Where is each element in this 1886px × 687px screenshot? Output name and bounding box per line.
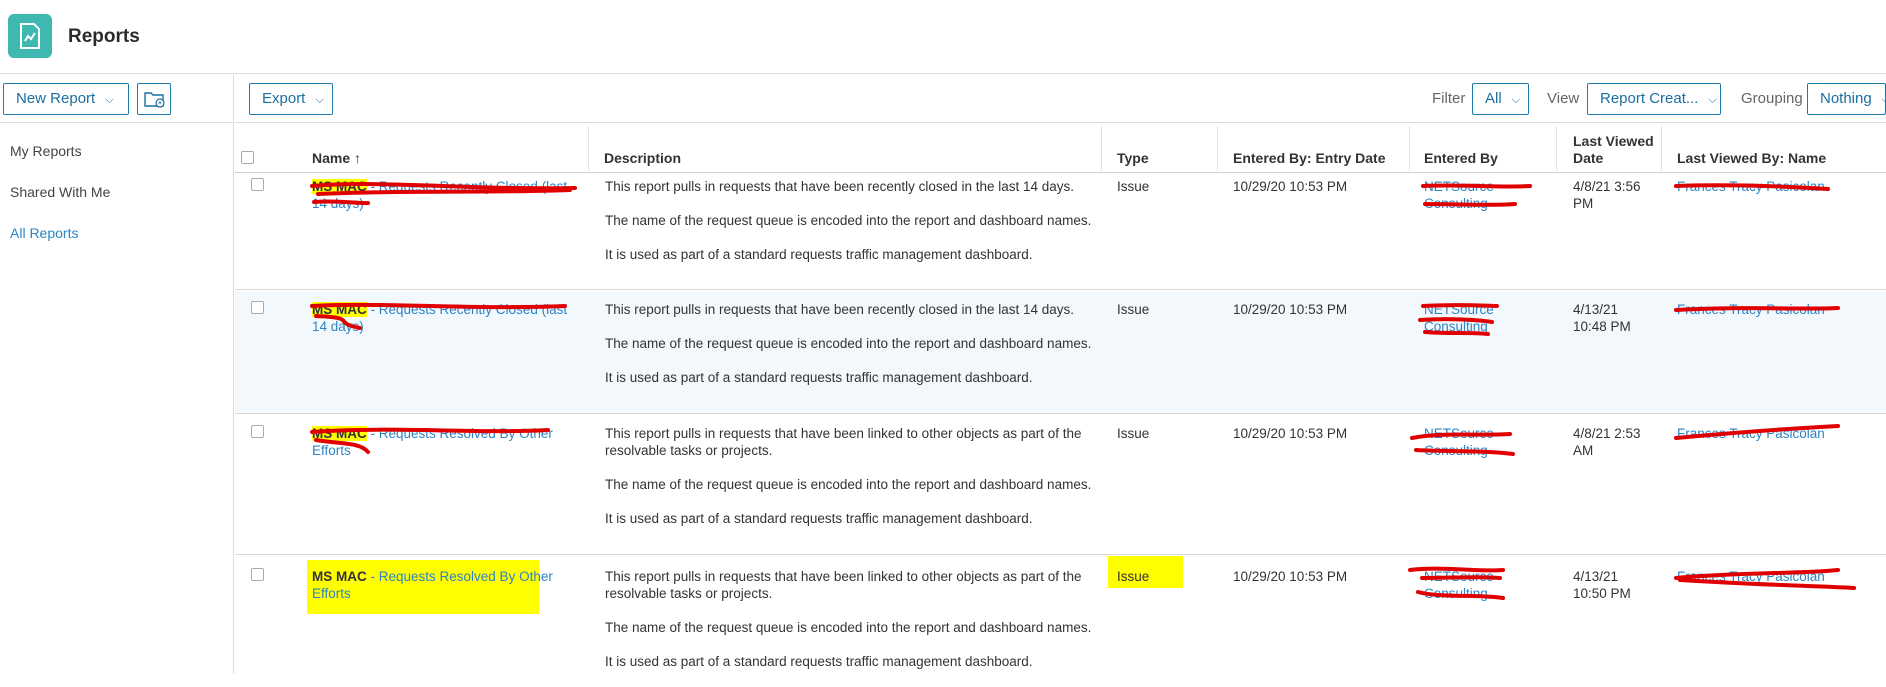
entry-date: 10/29/20 10:53 PM [1233, 179, 1348, 194]
report-description: This report pulls in requests that have … [605, 568, 1095, 687]
row-checkbox[interactable] [251, 178, 264, 191]
report-name-prefix: MS MAC [312, 302, 367, 317]
table-header: Name ↑ Description Type Entered By: Entr… [235, 124, 1886, 173]
report-description: This report pulls in requests that have … [605, 425, 1095, 544]
column-divider[interactable] [1101, 126, 1102, 171]
new-report-button[interactable]: New Report ⌵ [3, 83, 129, 115]
table-row[interactable]: MS MAC - Requests Resolved By Other Effo… [235, 415, 1886, 555]
last-viewed-by-link[interactable]: Frances Tracy Pasicolan [1677, 425, 1825, 442]
filter-label: Filter [1432, 90, 1466, 107]
last-viewed-date: 4/8/21 2:53 AM [1573, 426, 1641, 458]
sidebar-toolbar: New Report ⌵ [0, 75, 233, 123]
description-paragraph: This report pulls in requests that have … [605, 179, 1075, 194]
last-viewed-by-link[interactable]: Frances Tracy Pasicolan [1677, 178, 1825, 195]
app-header: Reports [0, 0, 1886, 74]
sidebar: New Report ⌵ My Reports Shared With Me Al… [0, 75, 234, 674]
report-name-link[interactable]: MS MAC - Requests Resolved By Other Effo… [312, 425, 577, 459]
description-paragraph: It is used as part of a standard request… [605, 370, 1033, 385]
entered-by-link[interactable]: NETSource Consulting [1424, 425, 1544, 459]
reports-app-icon [8, 14, 52, 58]
select-all-checkbox[interactable] [241, 151, 254, 164]
report-type: Issue [1117, 569, 1150, 584]
grouping-value: Nothing [1820, 90, 1872, 107]
sidebar-item-my-reports[interactable]: My Reports [10, 143, 82, 159]
filter-value: All [1485, 90, 1502, 107]
view-value: Report Creat... [1600, 90, 1699, 107]
report-name-link[interactable]: MS MAC - Requests Recently Closed (last … [312, 178, 577, 212]
entry-date: 10/29/20 10:53 PM [1233, 569, 1348, 584]
description-paragraph: It is used as part of a standard request… [605, 654, 1033, 669]
column-header-type[interactable]: Type [1117, 150, 1149, 166]
column-header-description[interactable]: Description [604, 150, 681, 166]
sort-arrow-up-icon: ↑ [354, 150, 362, 166]
report-name-prefix: MS MAC [312, 569, 367, 584]
sidebar-item-all-reports[interactable]: All Reports [10, 225, 78, 241]
main-toolbar: Export ⌵ Filter All ⌵ View Report Creat...… [235, 75, 1886, 123]
entered-by-link[interactable]: NETSource Consulting [1424, 178, 1544, 212]
description-paragraph: This report pulls in requests that have … [605, 426, 1082, 458]
new-folder-button[interactable] [137, 83, 171, 115]
column-divider[interactable] [1217, 126, 1218, 171]
report-description: This report pulls in requests that have … [605, 301, 1095, 403]
row-checkbox[interactable] [251, 425, 264, 438]
export-label: Export [262, 90, 306, 107]
description-paragraph: This report pulls in requests that have … [605, 569, 1082, 601]
last-viewed-date: 4/8/21 3:56 PM [1573, 179, 1641, 211]
filter-select[interactable]: All ⌵ [1472, 83, 1529, 115]
report-description: This report pulls in requests that have … [605, 178, 1095, 280]
entered-by-link[interactable]: NETSource Consulting [1424, 568, 1544, 602]
description-paragraph: It is used as part of a standard request… [605, 247, 1033, 262]
column-header-name-label: Name [312, 150, 351, 166]
table-row[interactable]: MS MAC - Requests Resolved By Other Effo… [235, 556, 1886, 674]
last-viewed-by-link[interactable]: Frances Tracy Pasicolan [1677, 301, 1825, 318]
chevron-down-icon: ⌵ [1708, 94, 1717, 106]
description-paragraph: This report pulls in requests that have … [605, 302, 1075, 317]
grouping-label: Grouping [1741, 90, 1803, 107]
last-viewed-date: 4/13/21 10:48 PM [1573, 302, 1631, 334]
column-header-last-viewed-date[interactable]: Last Viewed Date [1573, 133, 1658, 167]
report-name-link[interactable]: MS MAC - Requests Recently Closed (last … [312, 301, 577, 335]
column-header-name[interactable]: Name ↑ [312, 150, 361, 166]
chevron-down-icon: ⌵ [1511, 94, 1521, 106]
description-paragraph: The name of the request queue is encoded… [605, 336, 1092, 351]
view-select[interactable]: Report Creat... ⌵ [1587, 83, 1721, 115]
export-button[interactable]: Export ⌵ [249, 83, 333, 115]
report-name-prefix: MS MAC [312, 179, 367, 194]
description-paragraph: It is used as part of a standard request… [605, 511, 1033, 526]
page-title: Reports [68, 26, 140, 47]
report-type: Issue [1117, 302, 1150, 317]
entered-by-link[interactable]: NETSource Consulting [1424, 301, 1544, 335]
report-name-prefix: MS MAC [312, 426, 367, 441]
column-header-entered-by[interactable]: Entered By [1424, 150, 1498, 166]
report-type: Issue [1117, 426, 1150, 441]
last-viewed-by-link[interactable]: Frances Tracy Pasicolan [1677, 568, 1825, 585]
description-paragraph: The name of the request queue is encoded… [605, 620, 1092, 635]
grouping-select[interactable]: Nothing ⌵ [1807, 83, 1886, 115]
column-header-last-viewed-by[interactable]: Last Viewed By: Name [1677, 150, 1826, 166]
report-type: Issue [1117, 179, 1150, 194]
table-row[interactable]: MS MAC - Requests Recently Closed (last … [235, 174, 1886, 290]
row-checkbox[interactable] [251, 568, 264, 581]
table-row[interactable]: MS MAC - Requests Recently Closed (last … [235, 291, 1886, 414]
folder-add-icon [144, 92, 165, 108]
column-header-entry-date[interactable]: Entered By: Entry Date [1233, 150, 1385, 166]
view-label: View [1547, 90, 1580, 107]
column-divider[interactable] [1661, 126, 1662, 171]
entry-date: 10/29/20 10:53 PM [1233, 426, 1348, 441]
description-paragraph: The name of the request queue is encoded… [605, 213, 1092, 228]
description-paragraph: The name of the request queue is encoded… [605, 477, 1092, 492]
new-report-label: New Report [16, 90, 96, 107]
column-divider[interactable] [588, 126, 589, 171]
column-divider[interactable] [1409, 126, 1410, 171]
chevron-down-icon: ⌵ [1881, 94, 1886, 106]
row-checkbox[interactable] [251, 301, 264, 314]
last-viewed-date: 4/13/21 10:50 PM [1573, 569, 1631, 601]
report-name-link[interactable]: MS MAC - Requests Resolved By Other Effo… [312, 568, 577, 602]
chevron-down-icon: ⌵ [105, 94, 114, 106]
column-divider[interactable] [1556, 126, 1557, 171]
chevron-down-icon: ⌵ [315, 94, 324, 106]
sidebar-item-shared-with-me[interactable]: Shared With Me [10, 184, 110, 200]
entry-date: 10/29/20 10:53 PM [1233, 302, 1348, 317]
